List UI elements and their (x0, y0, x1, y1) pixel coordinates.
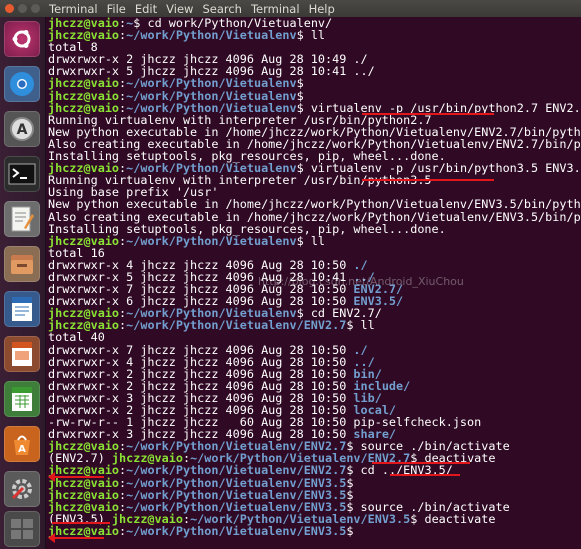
chromium-icon[interactable] (4, 66, 40, 102)
menu-help[interactable]: Help (309, 2, 335, 16)
ubuntu-dash-icon[interactable] (4, 21, 40, 57)
libreoffice-calc-icon[interactable] (4, 381, 40, 417)
menu-terminal[interactable]: Terminal (251, 2, 300, 16)
svg-text:A: A (17, 122, 28, 138)
annotation-underline (362, 113, 494, 115)
command-text: deactivate (417, 511, 496, 526)
prompt-line: jhczz@vaio:~/work/Python/Vietualenv/ENV2… (46, 319, 581, 331)
prompt-path: ~/work/Python/Vietualenv/ENV2.7 (126, 318, 347, 333)
maximize-window-icon[interactable] (31, 4, 40, 13)
prompt-dollar: $ (296, 28, 304, 43)
system-settings-icon[interactable] (4, 471, 40, 507)
terminal-icon[interactable] (4, 156, 40, 192)
menu-view[interactable]: View (166, 2, 193, 16)
command-text: ll (303, 28, 326, 43)
annotation-underline (52, 522, 110, 524)
annotation-underline (372, 462, 470, 464)
prompt-dollar: $ (346, 523, 354, 538)
annotation-arrow (48, 533, 104, 543)
prompt-user: jhczz@vaio (48, 523, 120, 538)
software-updater-icon[interactable]: A (4, 111, 40, 147)
ubuntu-software-icon[interactable]: A (4, 426, 40, 462)
prompt-path: ~/work/Python/Vietualenv (126, 233, 297, 248)
watermark-text: http://blog.csdn.net/Android_XiuChou (258, 275, 464, 288)
annotation-underline (390, 474, 460, 476)
prompt-line: jhczz@vaio:~/work/Python/Vietualenv/ENV3… (46, 525, 581, 537)
text-editor-icon[interactable] (4, 201, 40, 237)
command-text: ll (303, 233, 326, 248)
unity-launcher: A A (0, 17, 46, 549)
files-icon[interactable] (4, 246, 40, 282)
prompt-dollar: $ (296, 233, 304, 248)
command-text: ll (353, 318, 375, 333)
prompt-path: ~/work/Python/Vietualenv/ENV3.5 (126, 523, 347, 538)
libreoffice-writer-icon[interactable] (4, 291, 40, 327)
minimize-window-icon[interactable] (18, 4, 27, 13)
annotation-underline (362, 179, 494, 181)
menu-search[interactable]: Search (202, 2, 242, 16)
menu-edit[interactable]: Edit (135, 2, 157, 16)
libreoffice-impress-icon[interactable] (4, 336, 40, 372)
prompt-path: ~/work/Python/Vietualenv (126, 28, 297, 43)
top-menu-bar: Terminal File Edit View Search Terminal … (0, 0, 581, 17)
menu-app-terminal[interactable]: Terminal (49, 2, 98, 16)
annotation-arrow (48, 472, 104, 482)
svg-text:A: A (18, 444, 26, 455)
prompt-line: jhczz@vaio:~/work/Python/Vietualenv$ ll (46, 29, 581, 41)
menu-file[interactable]: File (107, 2, 126, 16)
close-window-icon[interactable] (5, 4, 14, 13)
prompt-line: jhczz@vaio:~/work/Python/Vietualenv$ ll (46, 235, 581, 247)
workspace-switcher-icon[interactable] (4, 511, 40, 547)
